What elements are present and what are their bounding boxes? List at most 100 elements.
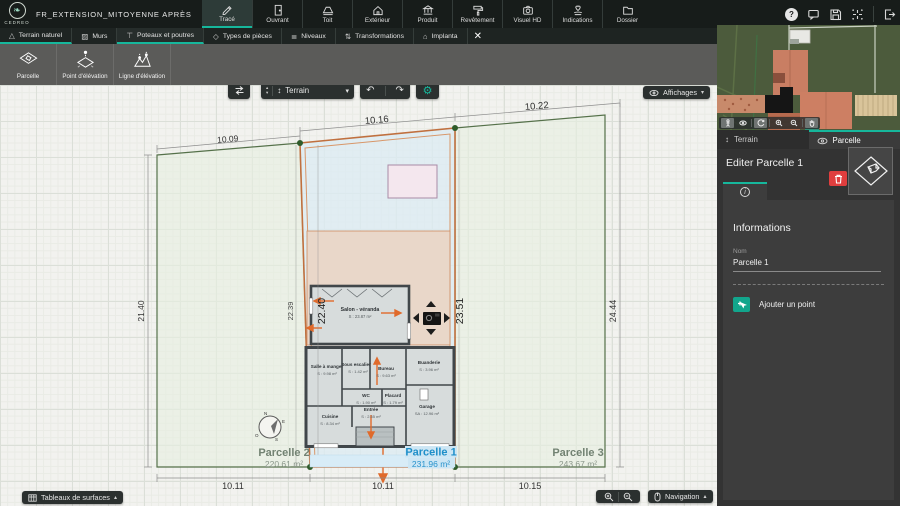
zoom-out-button[interactable] bbox=[787, 118, 800, 128]
room-area: S : 1.42 m² bbox=[348, 369, 368, 374]
menu-item-produit[interactable]: Produit bbox=[402, 0, 452, 28]
parcel-name-input[interactable]: Parcelle 1 bbox=[733, 258, 881, 272]
parcel-3-shape[interactable] bbox=[455, 115, 605, 467]
menu-item-exterieur[interactable]: Extérieur bbox=[352, 0, 402, 28]
porch bbox=[356, 427, 394, 446]
plan-canvas[interactable]: N E S O 10.09 10.16 10.22 21.40 bbox=[0, 85, 717, 506]
redo-button[interactable]: ↷ bbox=[390, 85, 410, 96]
project-title: FR_EXTENSION_MITOYENNE APRÈS bbox=[36, 10, 192, 19]
menu-label: Indications bbox=[562, 17, 592, 24]
tab-poteaux-et-poutres[interactable]: ⊤ Poteaux et poutres bbox=[117, 28, 204, 44]
menu-label: Dossier bbox=[617, 17, 638, 24]
parcel-2-label[interactable]: Parcelle 2 bbox=[258, 447, 309, 459]
walkthrough-button[interactable] bbox=[721, 118, 734, 128]
mouse-icon bbox=[654, 492, 661, 502]
room-name-cuisine: Cuisine bbox=[322, 414, 339, 419]
level-stepper[interactable]: ▴▾ bbox=[266, 86, 268, 95]
tab-niveaux[interactable]: ≣ Niveaux bbox=[282, 28, 336, 44]
tab-label: Poteaux et poutres bbox=[137, 32, 194, 39]
save-icon bbox=[829, 8, 842, 21]
tool-point-elevation[interactable]: Point d'élévation bbox=[57, 44, 114, 85]
tool-ligne-elevation[interactable]: Ligne d'élévation bbox=[114, 44, 171, 85]
feedback-button[interactable] bbox=[807, 8, 820, 21]
room-area: S : 9.98 m² bbox=[317, 371, 337, 376]
dim-bottom-3: 10.15 bbox=[519, 481, 542, 491]
affichages-dropdown[interactable]: Affichages ▾ bbox=[643, 86, 710, 99]
parcel-3-label[interactable]: Parcelle 3 bbox=[552, 447, 603, 459]
compass-n: N bbox=[264, 411, 267, 416]
divider bbox=[733, 284, 884, 285]
add-point-button[interactable]: Ajouter un point bbox=[733, 297, 884, 312]
door-icon bbox=[272, 4, 284, 16]
tab-label: Transformations bbox=[355, 33, 404, 40]
center-icon bbox=[851, 8, 864, 21]
level-value: Terrain bbox=[285, 86, 345, 95]
eye-icon bbox=[649, 89, 659, 97]
room-area: S : 3.96 m² bbox=[419, 367, 439, 372]
menu-item-ouvrant[interactable]: Ouvrant bbox=[252, 0, 302, 28]
room-area: S : 1.90 m² bbox=[356, 400, 376, 405]
annex-shape[interactable] bbox=[388, 165, 437, 198]
cedreo-app: ❧ CEDREO FR_EXTENSION_MITOYENNE APRÈS Tr… bbox=[0, 0, 900, 506]
tab-label: Parcelle bbox=[833, 136, 861, 145]
orbit-icon bbox=[757, 119, 765, 127]
zoom-in-icon[interactable] bbox=[604, 492, 614, 502]
menu-item-dossier[interactable]: Dossier bbox=[602, 0, 652, 28]
surface-tables-button[interactable]: Tableaux de surfaces ▴ bbox=[22, 491, 123, 504]
view-button[interactable] bbox=[736, 118, 749, 128]
zoom-out-icon[interactable] bbox=[623, 492, 633, 502]
tab-types-de-pieces[interactable]: ◇ Types de pièces bbox=[204, 28, 282, 44]
menu-item-toit[interactable]: Toit bbox=[302, 0, 352, 28]
tab-terrain-naturel[interactable]: △ Terrain naturel bbox=[0, 28, 72, 44]
menu-item-indications[interactable]: Indications bbox=[552, 0, 602, 28]
hand-heart-icon bbox=[572, 4, 584, 16]
menu-item-visuel-hd[interactable]: Visuel HD bbox=[502, 0, 552, 28]
chevron-up-icon: ▴ bbox=[114, 494, 117, 501]
tab-transformations[interactable]: ⇅ Transformations bbox=[336, 28, 414, 44]
exit-icon bbox=[883, 8, 896, 21]
menu-item-revetement[interactable]: Revêtement bbox=[452, 0, 502, 28]
tab-label: Murs bbox=[92, 33, 107, 40]
zoom-in-button[interactable] bbox=[772, 118, 785, 128]
sidebar-tab-terrain[interactable]: ↕ Terrain bbox=[717, 130, 809, 149]
chevron-up-icon: ▴ bbox=[703, 493, 706, 500]
cedreo-logo[interactable]: ❧ CEDREO bbox=[4, 2, 30, 27]
window bbox=[309, 298, 313, 314]
center-view-button[interactable] bbox=[851, 8, 864, 21]
room-name-bureau: Bureau bbox=[378, 366, 394, 371]
compass-e: E bbox=[282, 419, 285, 424]
informations-tab[interactable]: i bbox=[723, 184, 767, 200]
menu-label: Toit bbox=[323, 17, 333, 24]
chevron-down-icon: ▾ bbox=[701, 89, 704, 96]
tab-label: Implanta bbox=[432, 33, 458, 40]
dim-bottom-2: 10.11 bbox=[372, 481, 394, 491]
parcel-1-label-selected[interactable]: Parcelle 1 bbox=[405, 447, 456, 459]
tool-parcelle[interactable]: Parcelle bbox=[0, 44, 57, 85]
implant-icon: ⌂ bbox=[423, 32, 428, 41]
room-name-placard: Placard bbox=[385, 393, 402, 398]
undo-button[interactable]: ↶ bbox=[360, 85, 380, 96]
close-subtabs-button[interactable]: ✕ bbox=[468, 28, 488, 44]
pan-button[interactable] bbox=[805, 118, 818, 128]
orbit-button[interactable] bbox=[754, 118, 767, 128]
parcel-thumbnail[interactable] bbox=[848, 147, 893, 195]
tab-murs[interactable]: ▨ Murs bbox=[72, 28, 117, 44]
help-button[interactable]: ? bbox=[785, 8, 798, 21]
delete-parcel-button[interactable] bbox=[829, 171, 847, 186]
menu-label: Tracé bbox=[219, 16, 235, 23]
menu-item-trace[interactable]: Tracé bbox=[202, 0, 252, 28]
compass-s: S bbox=[275, 437, 278, 442]
column-icon: ⊤ bbox=[126, 31, 133, 40]
paint-roller-icon bbox=[472, 4, 484, 16]
navigation-dropdown[interactable]: Navigation ▴ bbox=[648, 490, 713, 503]
elevation-icon: ↕ bbox=[725, 135, 729, 144]
window bbox=[407, 323, 411, 339]
help-icon: ? bbox=[785, 8, 798, 21]
terrain-icon: △ bbox=[9, 31, 15, 40]
3d-preview[interactable] bbox=[717, 25, 900, 130]
tab-implantation[interactable]: ⌂ Implanta bbox=[414, 28, 468, 44]
add-point-icon bbox=[733, 297, 750, 312]
save-button[interactable] bbox=[829, 8, 842, 21]
exit-button[interactable] bbox=[883, 8, 896, 21]
top-menu-bar: ❧ CEDREO FR_EXTENSION_MITOYENNE APRÈS Tr… bbox=[0, 0, 900, 28]
